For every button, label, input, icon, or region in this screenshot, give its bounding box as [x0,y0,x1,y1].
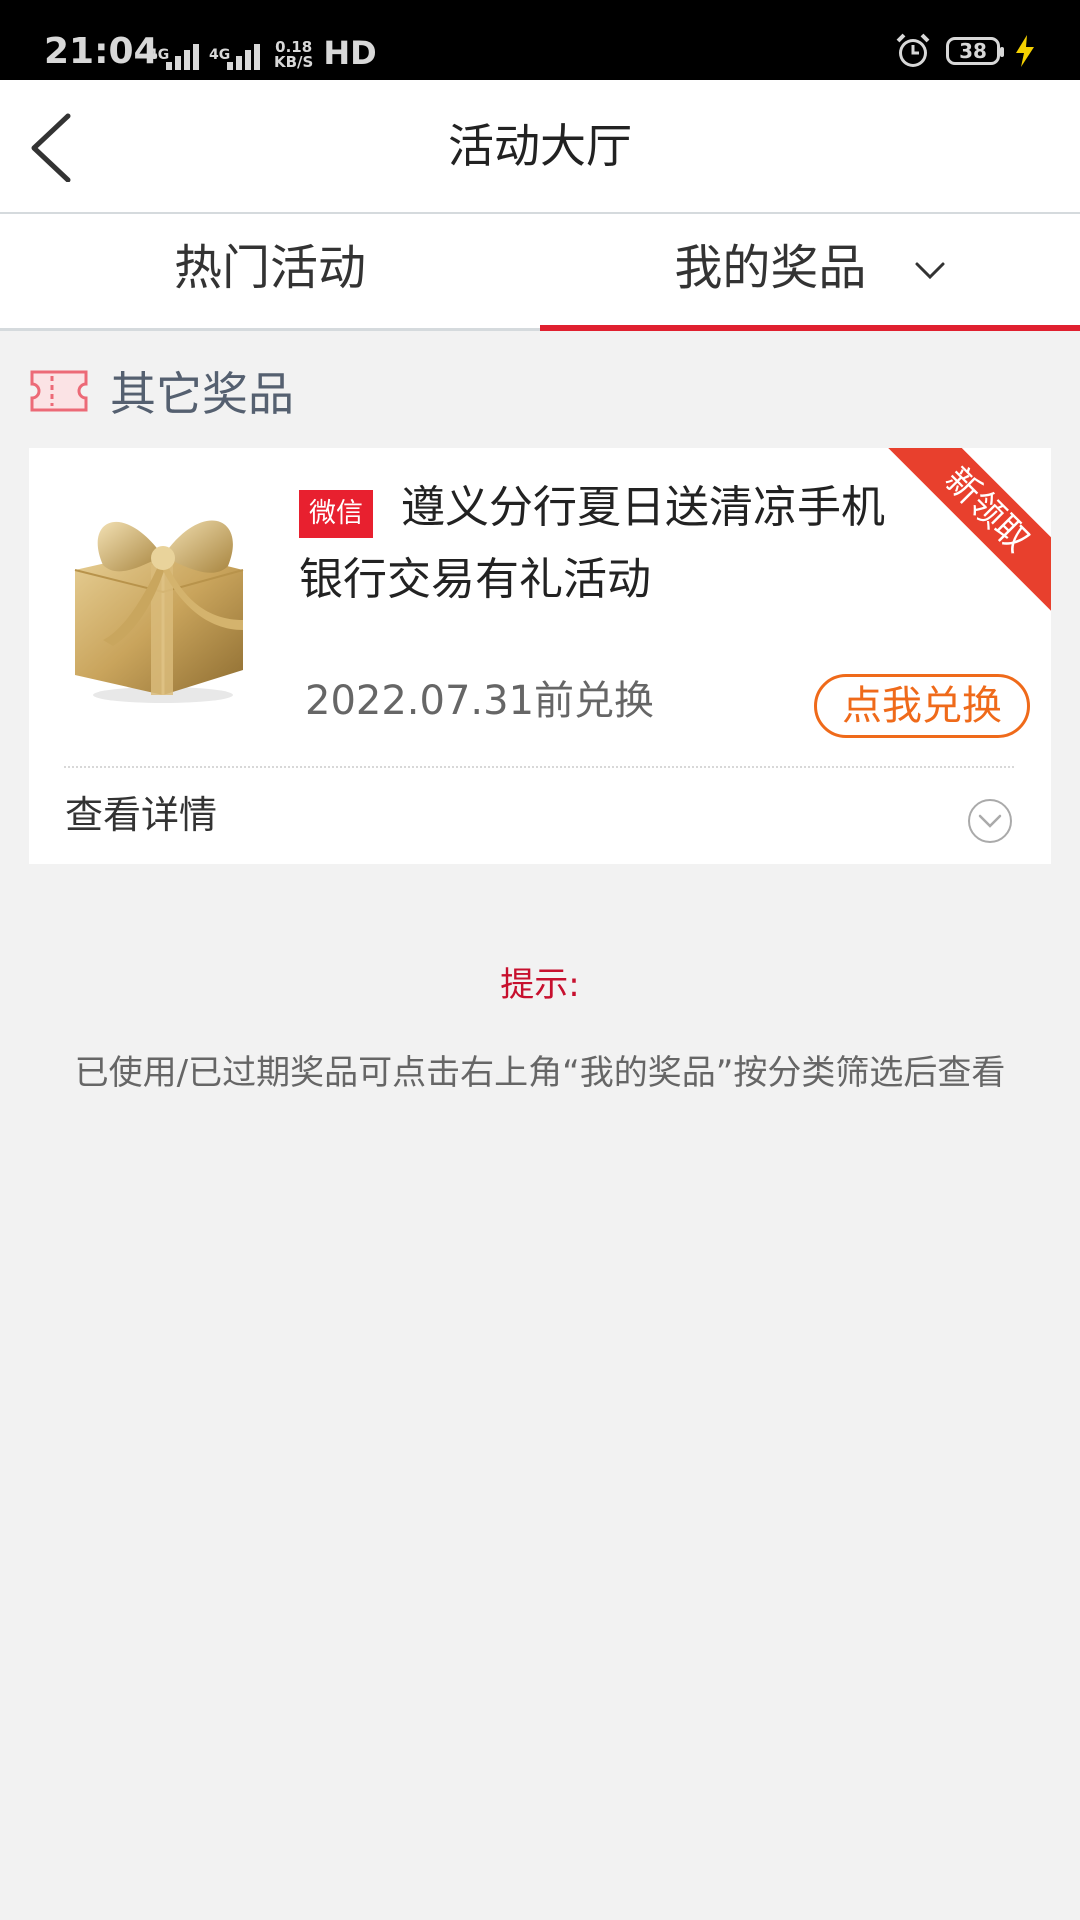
charging-icon [1016,35,1034,67]
tab-my-prizes[interactable]: 我的奖品 [540,214,1080,328]
ticket-icon [30,370,88,412]
alarm-icon [896,33,930,67]
tab-bar: 热门活动 我的奖品 [0,214,1080,331]
section-title: 其它奖品 [110,367,294,421]
gift-box-icon [74,520,244,703]
tab-label: 热门活动 [173,240,366,296]
active-tab-indicator [540,325,1080,331]
hint-text: 已使用/已过期奖品可点击右上角“我的奖品”按分类筛选后查看 [74,1053,1006,1093]
new-ribbon: 新领取 [871,448,1051,628]
prize-name: 遵义分行夏日送清凉手机银行交易有礼活动 [299,482,885,605]
tab-label: 我的奖品 [674,240,867,296]
signal-icon: 4G [209,44,260,70]
tab-hot-activities[interactable]: 热门活动 [0,214,540,328]
status-right: 38 [894,30,1036,72]
page-title: 活动大厅 [448,119,632,173]
view-details-link[interactable]: 查看详情 [65,790,217,840]
app-header: 活动大厅 [0,80,1080,214]
divider [64,766,1014,768]
status-bar: 21:04 4G 4G 0.18 KB/S HD 38 [0,0,1080,80]
hd-indicator: HD [323,34,377,72]
redeem-button[interactable]: 点我兑换 [814,674,1030,738]
ribbon-label: 新领取 [883,448,1051,614]
prize-card: 微信 遵义分行夏日送清凉手机银行交易有礼活动 新领取 2022.07.31前兑换… [29,448,1051,864]
hint-title: 提示: [500,965,580,1005]
expand-chevron-icon[interactable] [967,798,1013,844]
network-type-label: 4G [209,47,231,63]
network-speed: 0.18 KB/S [274,40,313,70]
chevron-down-icon [915,262,945,280]
signal-icon: 4G [148,44,199,70]
battery-icon: 38 [946,37,1004,65]
expiry-date: 2022.07.31前兑换 [305,678,655,724]
status-time: 21:04 [44,31,159,72]
signal-group: 4G 4G 0.18 KB/S HD [148,30,377,70]
network-type-label: 4G [148,47,170,63]
speed-unit: KB/S [274,53,314,71]
section-header: 其它奖品 [28,356,294,426]
